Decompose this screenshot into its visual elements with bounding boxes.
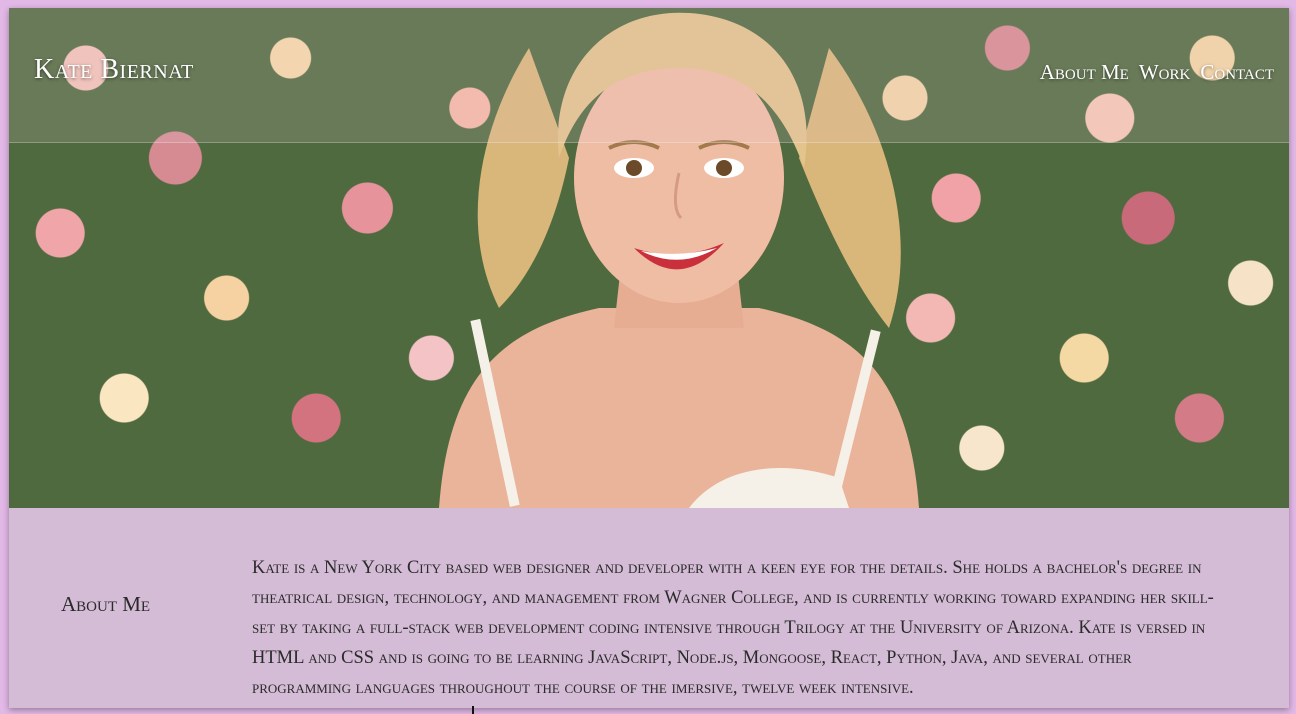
nav-link-contact[interactable]: Contact [1200,60,1274,85]
nav-menu: About Me Work Contact [1040,60,1274,85]
about-heading: About Me [61,592,151,616]
navbar: Kate Biernat About Me Work Contact [9,8,1289,143]
nav-link-about-me[interactable]: About Me [1040,60,1129,85]
about-text: Kate is a New York City based web design… [252,557,1214,698]
text-cursor [472,706,474,714]
page-frame: Kate Biernat About Me Work Contact About… [9,8,1289,708]
site-brand[interactable]: Kate Biernat [34,54,194,86]
about-section: About Me Kate is a New York City based w… [9,508,1289,708]
nav-link-work[interactable]: Work [1139,60,1191,85]
